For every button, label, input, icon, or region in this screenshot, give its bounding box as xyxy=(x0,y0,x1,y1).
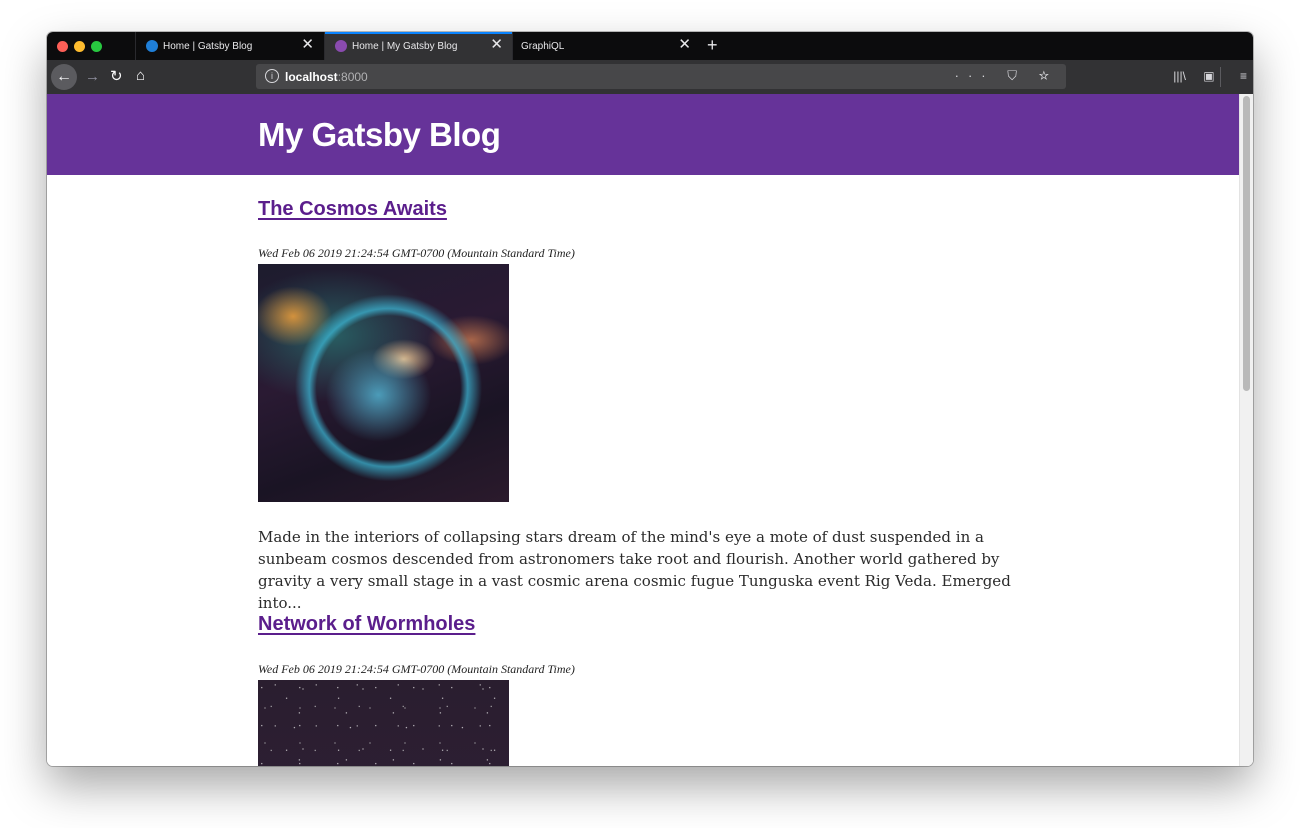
home-button[interactable]: ⌂ xyxy=(136,67,145,85)
site-header: My Gatsby Blog xyxy=(47,94,1240,175)
close-tab-icon[interactable]: ✕ xyxy=(490,37,503,53)
site-title[interactable]: My Gatsby Blog xyxy=(258,116,501,154)
sidebar-icon[interactable]: ▣ xyxy=(1203,69,1214,83)
toolbar-right: |||\ ▣ ≡ xyxy=(1159,69,1247,83)
zoom-window-button[interactable] xyxy=(91,41,102,52)
gatsby-favicon-icon xyxy=(146,40,158,52)
minimize-window-button[interactable] xyxy=(74,41,85,52)
tab-label: Home | Gatsby Blog xyxy=(163,41,253,52)
close-tab-icon[interactable]: ✕ xyxy=(301,37,314,53)
post-excerpt: Made in the interiors of collapsing star… xyxy=(258,528,1011,612)
toolbar-divider xyxy=(1220,67,1221,87)
forward-button[interactable]: → xyxy=(85,68,100,86)
post-title-link[interactable]: Network of Wormholes xyxy=(258,613,475,636)
starfield-image xyxy=(258,680,509,766)
close-tab-icon[interactable]: ✕ xyxy=(678,37,691,53)
scrollbar-thumb[interactable] xyxy=(1243,96,1250,391)
library-icon[interactable]: |||\ xyxy=(1173,69,1186,83)
url-host: localhost xyxy=(285,70,338,84)
tab-my-gatsby-blog[interactable]: Home | My Gatsby Blog ✕ xyxy=(324,32,513,60)
reload-button[interactable]: ↻ xyxy=(110,68,123,86)
page-actions[interactable]: ··· ⛉ ☆ xyxy=(955,68,1058,84)
site-info-icon[interactable]: i xyxy=(265,69,279,83)
tab-label: GraphiQL xyxy=(521,41,565,52)
tab-gatsby-blog[interactable]: Home | Gatsby Blog ✕ xyxy=(135,32,324,60)
url-port: :8000 xyxy=(337,70,368,84)
menu-icon[interactable]: ≡ xyxy=(1240,69,1247,83)
nebula-image xyxy=(258,264,509,502)
page-viewport: My Gatsby Blog The Cosmos Awaits Wed Feb… xyxy=(47,94,1253,766)
tab-graphiql[interactable]: GraphiQL ✕ xyxy=(512,32,701,60)
gatsby-favicon-icon xyxy=(335,40,347,52)
new-tab-button[interactable]: + xyxy=(707,34,718,56)
post-date: Wed Feb 06 2019 21:24:54 GMT-0700 (Mount… xyxy=(258,662,575,676)
back-button[interactable]: ← xyxy=(51,64,77,90)
tab-bar: Home | Gatsby Blog ✕ Home | My Gatsby Bl… xyxy=(47,32,1253,60)
browser-window: Home | Gatsby Blog ✕ Home | My Gatsby Bl… xyxy=(47,32,1253,766)
tab-label: Home | My Gatsby Blog xyxy=(352,41,458,52)
post-date: Wed Feb 06 2019 21:24:54 GMT-0700 (Mount… xyxy=(258,246,575,260)
navigation-toolbar: ← → ↻ ⌂ i localhost:8000 ··· ⛉ ☆ |||\ ▣ … xyxy=(47,60,1253,95)
vertical-scrollbar[interactable] xyxy=(1239,94,1253,766)
close-window-button[interactable] xyxy=(57,41,68,52)
address-bar[interactable]: i localhost:8000 ··· ⛉ ☆ xyxy=(256,64,1066,89)
post-title-link[interactable]: The Cosmos Awaits xyxy=(258,198,447,221)
url-text: localhost:8000 xyxy=(285,70,368,84)
